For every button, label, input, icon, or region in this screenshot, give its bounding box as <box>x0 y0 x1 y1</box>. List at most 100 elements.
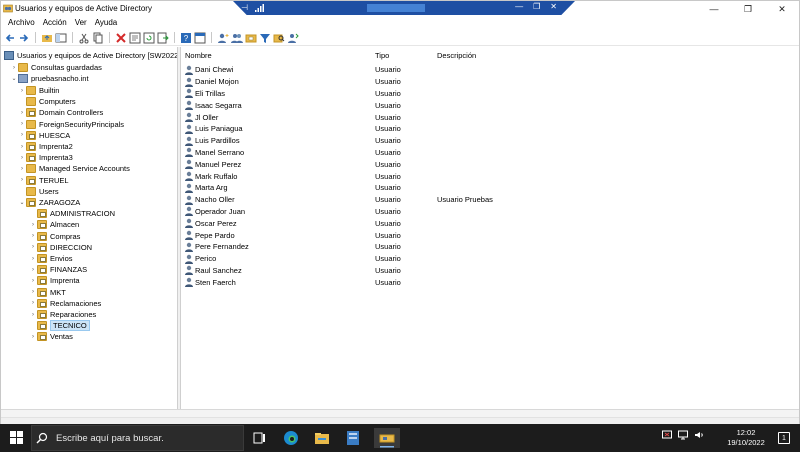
column-header-description[interactable]: Descripción <box>437 51 476 62</box>
refresh-icon[interactable] <box>143 32 155 44</box>
expand-chevron-icon[interactable]: › <box>29 267 37 273</box>
forward-arrow-icon[interactable] <box>18 32 30 44</box>
menu-ayuda[interactable]: Ayuda <box>91 17 122 29</box>
tree-item-zaragoza[interactable]: ⌄ ZARAGOZA <box>18 197 80 208</box>
server-manager-icon[interactable] <box>343 428 363 448</box>
expand-chevron-icon[interactable]: › <box>18 144 26 150</box>
tree-item-imprenta[interactable]: › Imprenta <box>29 275 80 286</box>
copy-icon[interactable] <box>92 32 104 44</box>
tree-item-imprenta3[interactable]: › Imprenta3 <box>18 152 73 163</box>
rdp-minimize-button[interactable]: — <box>515 2 523 11</box>
list-item[interactable]: Pere Fernandez Usuario <box>182 241 799 253</box>
tree-item-mkt[interactable]: › MKT <box>29 287 66 298</box>
list-item[interactable]: Raul Sanchez Usuario <box>182 265 799 277</box>
collapse-chevron-icon[interactable]: ⌄ <box>18 199 26 206</box>
tree-item-builtin[interactable]: › Builtin <box>18 85 59 96</box>
export-list-icon[interactable] <box>157 32 169 44</box>
list-item[interactable]: Pepe Pardo Usuario <box>182 229 799 241</box>
expand-chevron-icon[interactable]: › <box>10 65 18 71</box>
list-item[interactable]: Daniel Mojon Usuario <box>182 76 799 88</box>
restore-button[interactable]: ❐ <box>731 1 765 17</box>
delete-icon[interactable] <box>115 32 127 44</box>
list-item[interactable]: Luis Paniagua Usuario <box>182 123 799 135</box>
rdp-restore-button[interactable]: ❐ <box>533 2 540 11</box>
properties-icon[interactable] <box>129 32 141 44</box>
task-view-icon[interactable] <box>250 428 270 448</box>
tree-root[interactable]: Usuarios y equipos de Active Directory [… <box>4 50 177 61</box>
taskbar-search[interactable]: Escribe aquí para buscar. <box>31 425 244 451</box>
tree-item-saved-queries[interactable]: › Consultas guardadas <box>10 62 102 73</box>
edge-browser-icon[interactable] <box>281 428 301 448</box>
list-item[interactable]: Isaac Segarra Usuario <box>182 99 799 111</box>
expand-chevron-icon[interactable]: › <box>18 155 26 161</box>
tree-item-finanzas[interactable]: › FINANZAS <box>29 264 87 275</box>
tree-item-domain-controllers[interactable]: › Domain Controllers <box>18 107 103 118</box>
list-item[interactable]: Sten Faerch Usuario <box>182 276 799 288</box>
remote-desktop-bar[interactable]: ⊣ — ❐ ✕ <box>233 1 575 15</box>
tree-item-administracion[interactable]: ADMINISTRACION <box>29 208 115 219</box>
tree-item-managed-service-accounts[interactable]: › Managed Service Accounts <box>18 163 130 174</box>
tree-item-compras[interactable]: › Compras <box>29 231 80 242</box>
back-arrow-icon[interactable] <box>4 32 16 44</box>
tree-item-ventas[interactable]: › Ventas <box>29 331 73 342</box>
find-objects-icon[interactable] <box>273 32 285 44</box>
expand-chevron-icon[interactable]: › <box>29 233 37 239</box>
signal-strength-icon[interactable] <box>255 4 265 12</box>
show-hide-console-tree-icon[interactable] <box>55 32 67 44</box>
list-item[interactable]: Dani Chewi Usuario <box>182 64 799 76</box>
start-button[interactable] <box>10 431 23 444</box>
list-item[interactable]: Eli Trillas Usuario <box>182 88 799 100</box>
expand-chevron-icon[interactable]: › <box>29 312 37 318</box>
up-folder-icon[interactable] <box>41 32 53 44</box>
pane-splitter[interactable] <box>178 47 181 409</box>
tree-item-huesca[interactable]: › HUESCA <box>18 130 70 141</box>
new-ou-icon[interactable] <box>245 32 257 44</box>
details-list[interactable]: Nombre Tipo Descripción Dani Chewi Usuari… <box>182 47 799 409</box>
tree-item-reclamaciones[interactable]: › Reclamaciones <box>29 298 101 309</box>
tree-item-computers[interactable]: Computers <box>18 96 76 107</box>
list-item[interactable]: Oscar Perez Usuario <box>182 217 799 229</box>
expand-chevron-icon[interactable]: › <box>18 177 26 183</box>
taskbar-clock[interactable]: 12:02 19/10/2022 <box>722 428 770 448</box>
horizontal-scrollbar[interactable] <box>1 409 799 417</box>
tree-item-almacen[interactable]: › Almacen <box>29 219 79 230</box>
column-header-type[interactable]: Tipo <box>375 51 389 62</box>
minimize-button[interactable]: — <box>697 1 731 17</box>
list-item[interactable]: Operador Juan Usuario <box>182 206 799 218</box>
list-item[interactable]: Nacho Oller Usuario Usuario Pruebas <box>182 194 799 206</box>
cut-icon[interactable] <box>78 32 90 44</box>
expand-chevron-icon[interactable]: › <box>29 244 37 250</box>
expand-chevron-icon[interactable]: › <box>18 88 26 94</box>
tree-item-tecnico[interactable]: TECNICO <box>29 320 90 332</box>
tree-item-direccion[interactable]: › DIRECCION <box>29 242 92 253</box>
security-warning-icon[interactable] <box>662 430 672 440</box>
add-to-group-icon[interactable] <box>287 32 299 44</box>
expand-chevron-icon[interactable]: › <box>29 278 37 284</box>
column-header-name[interactable]: Nombre <box>185 51 212 62</box>
ad-users-computers-taskbar-icon[interactable] <box>374 428 400 448</box>
menu-archivo[interactable]: Archivo <box>4 17 39 29</box>
console-tree[interactable]: Usuarios y equipos de Active Directory [… <box>1 47 178 409</box>
list-item[interactable]: Manuel Perez Usuario <box>182 158 799 170</box>
menu-ver[interactable]: Ver <box>71 17 91 29</box>
expand-chevron-icon[interactable]: › <box>29 222 37 228</box>
notification-center-button[interactable]: 1 <box>778 432 790 444</box>
expand-chevron-icon[interactable]: › <box>18 110 26 116</box>
tree-item-envios[interactable]: › Envios <box>29 253 73 264</box>
new-user-icon[interactable] <box>217 32 229 44</box>
tree-item-domain[interactable]: ⌄ pruebasnacho.int <box>10 73 89 84</box>
tree-item-reparaciones[interactable]: › Reparaciones <box>29 309 96 320</box>
list-item[interactable]: Luis Pardillos Usuario <box>182 135 799 147</box>
list-item[interactable]: Jl Oller Usuario <box>182 111 799 123</box>
tree-item-foreignsecurityprincipals[interactable]: › ForeignSecurityPrincipals <box>18 119 124 130</box>
expand-chevron-icon[interactable]: › <box>18 132 26 138</box>
expand-chevron-icon[interactable]: › <box>29 256 37 262</box>
menu-accion[interactable]: Acción <box>39 17 71 29</box>
list-item[interactable]: Mark Ruffalo Usuario <box>182 170 799 182</box>
close-button[interactable]: ✕ <box>765 1 799 17</box>
expand-chevron-icon[interactable]: › <box>18 166 26 172</box>
tree-item-imprenta2[interactable]: › Imprenta2 <box>18 141 73 152</box>
network-icon[interactable] <box>678 430 688 440</box>
expand-chevron-icon[interactable]: › <box>18 121 26 127</box>
tree-item-users[interactable]: Users <box>18 186 59 197</box>
